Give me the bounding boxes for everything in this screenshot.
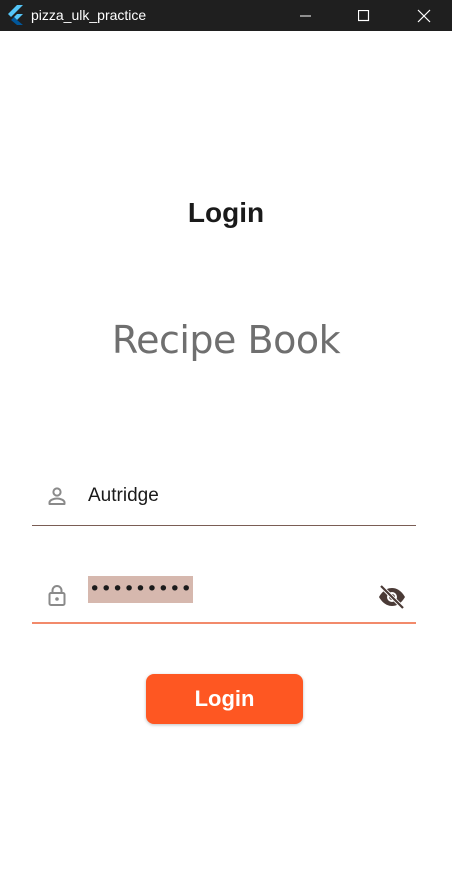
maximize-icon [358,9,370,21]
window-titlebar: pizza_ulk_practice [0,0,452,31]
app-name-heading: Recipe Book [111,318,341,362]
person-icon [48,487,66,505]
flutter-logo-icon [8,5,23,25]
close-button[interactable] [395,0,452,31]
maximize-button[interactable] [335,0,393,31]
window-title: pizza_ulk_practice [31,7,147,23]
minimize-icon [300,15,311,16]
password-field[interactable]: ••••••••• [32,571,416,624]
password-value: ••••••••• [88,576,193,603]
login-button[interactable]: Login [146,674,303,724]
login-screen: Login Recipe Book Autridge ••••••••• Log… [0,31,452,880]
lock-icon [48,585,66,606]
minimize-button[interactable] [277,0,335,31]
page-title: Login [187,197,265,228]
close-icon [417,9,431,22]
visibility-off-icon[interactable] [377,584,407,610]
username-value: Autridge [88,485,159,506]
username-field[interactable]: Autridge [32,473,416,526]
